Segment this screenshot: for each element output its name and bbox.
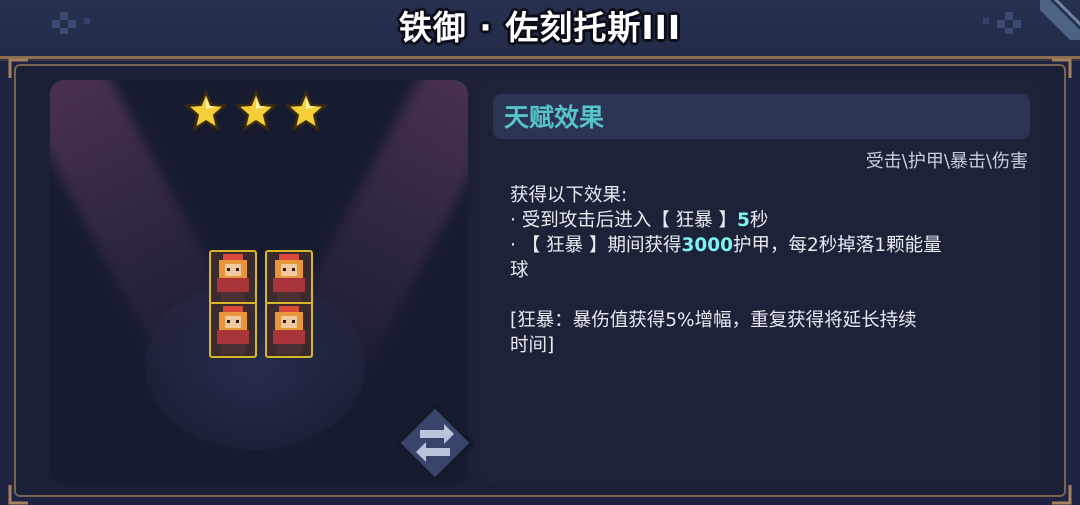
- effect-1-unit: 秒: [749, 210, 769, 231]
- hero-unit: [209, 302, 257, 358]
- hero-sprite-icon: [217, 254, 249, 302]
- talent-effect-2-wrap: 球: [510, 260, 529, 281]
- title-bar: 铁御 · 佐刻托斯III: [0, 0, 1080, 59]
- hero-unit: [265, 302, 313, 358]
- hero-sprite-icon: [217, 306, 249, 354]
- frame-corner-icon: [1052, 485, 1072, 505]
- effect-1-text: · 受到攻击后进入【 狂暴 】: [510, 210, 738, 231]
- frame-corner-icon: [8, 58, 28, 78]
- hero-unit: [265, 250, 313, 306]
- star-icon: [235, 90, 277, 132]
- talent-title: 天赋效果: [504, 103, 605, 132]
- effect-1-value: 5: [737, 210, 750, 231]
- talent-effect-2: · 【 狂暴 】期间获得3000护甲，每2秒掉落1颗能量: [510, 233, 1010, 258]
- talent-intro: 获得以下效果:: [510, 185, 628, 206]
- talent-tags: 受击\护甲\暴击\伤害: [865, 151, 1028, 172]
- effect-2-text: · 【 狂暴 】期间获得: [510, 235, 682, 256]
- frame-corner-icon: [8, 485, 28, 505]
- star-rating: [185, 90, 335, 132]
- talent-note-2: 时间]: [510, 335, 555, 356]
- effect-2-value: 3000: [681, 235, 734, 256]
- talent-note-1: [狂暴：暴伤值获得5%增幅，重复获得将延长持续: [510, 310, 917, 331]
- hero-unit: [209, 250, 257, 306]
- effect-2-text-tail: 护甲，每2秒掉落1颗能量: [733, 235, 942, 256]
- star-icon: [185, 90, 227, 132]
- star-icon: [285, 90, 327, 132]
- talent-description: 获得以下效果: · 受到攻击后进入【 狂暴 】5秒 · 【 狂暴 】期间获得30…: [510, 183, 1010, 358]
- hero-sprite-icon: [273, 254, 305, 302]
- swap-icon[interactable]: [394, 402, 476, 484]
- hero-sprite-icon: [273, 306, 305, 354]
- talent-effect-1: · 受到攻击后进入【 狂暴 】5秒: [510, 208, 1010, 233]
- hero-unit-group: [207, 238, 317, 360]
- page-title: 铁御 · 佐刻托斯III: [398, 8, 682, 47]
- frame-corner-icon: [1052, 58, 1072, 78]
